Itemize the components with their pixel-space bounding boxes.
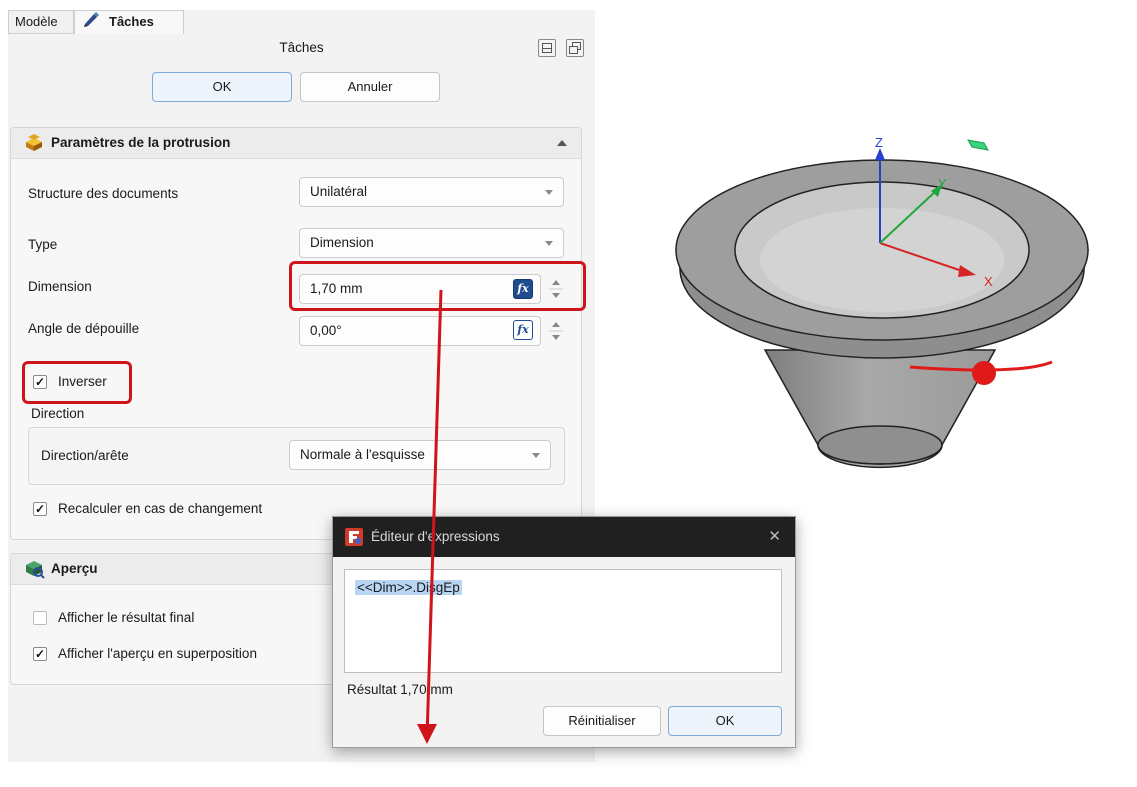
callout-arrow [417, 289, 443, 744]
